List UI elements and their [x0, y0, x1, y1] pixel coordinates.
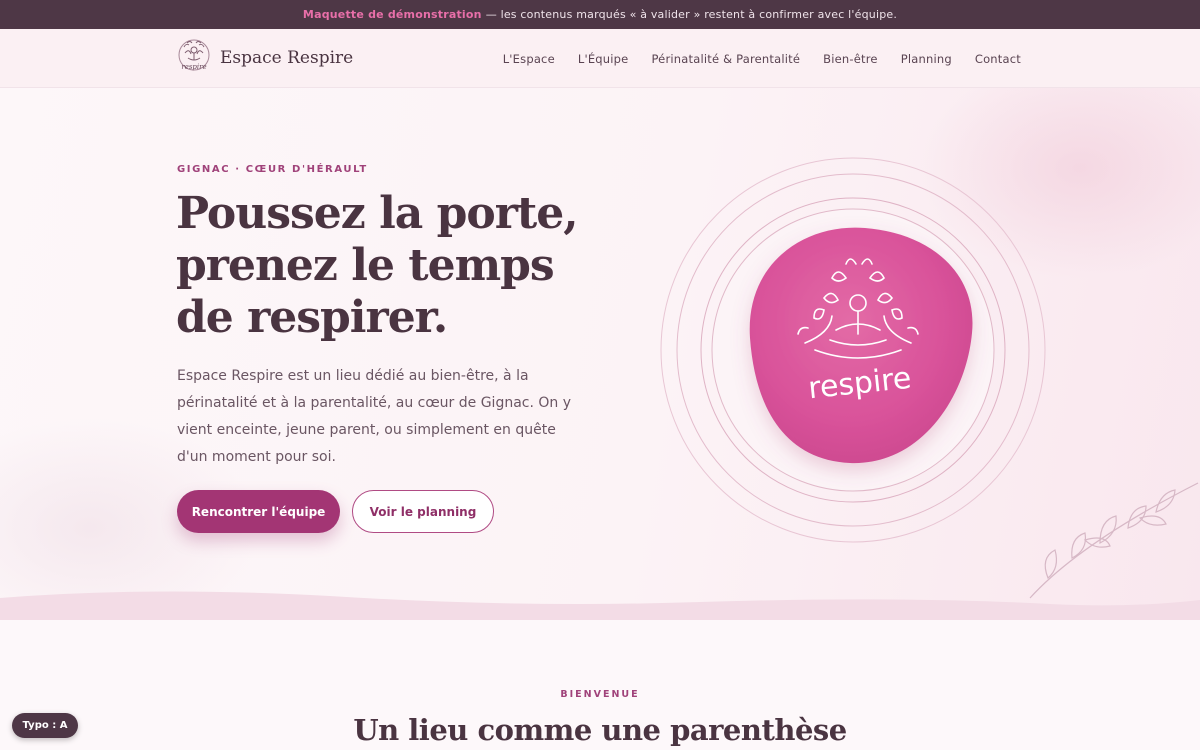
hero-title: Poussez la porte, prenez le temps de res…	[176, 188, 579, 343]
brand-logo-text: respire	[181, 63, 206, 71]
main-nav: L'Espace L'Équipe Périnatalité & Parenta…	[503, 29, 1021, 88]
site-header: respire Espace Respire L'Espace L'Équipe…	[0, 29, 1200, 88]
nav-item-espace[interactable]: L'Espace	[503, 52, 555, 66]
hero-eyebrow: GIGNAC · CŒUR D'HÉRAULT	[177, 164, 368, 175]
demo-banner-text: — les contenus marqués « à valider » res…	[485, 8, 898, 21]
brand-logo-icon: respire	[178, 39, 210, 71]
welcome-section: BIENVENUE Un lieu comme une parenthèse	[0, 620, 1200, 750]
nav-item-contact[interactable]: Contact	[975, 52, 1021, 66]
meet-team-button[interactable]: Rencontrer l'équipe	[177, 490, 340, 533]
branch-decoration-icon	[1029, 482, 1199, 599]
welcome-eyebrow: BIENVENUE	[560, 689, 640, 700]
demo-banner-highlight: Maquette de démonstration	[302, 8, 482, 21]
hero-section: GIGNAC · CŒUR D'HÉRAULT Poussez la porte…	[0, 88, 1200, 620]
hero-wave-divider	[0, 591, 1200, 620]
hero-description: Espace Respire est un lieu dédié au bien…	[177, 368, 572, 465]
brand-link[interactable]: respire Espace Respire	[176, 37, 353, 79]
brand-name: Espace Respire	[220, 48, 354, 68]
view-planning-button[interactable]: Voir le planning	[352, 490, 494, 533]
nav-item-equipe[interactable]: L'Équipe	[578, 52, 629, 66]
hero-illustration: respire	[660, 157, 1199, 599]
demo-banner: Maquette de démonstration — les contenus…	[0, 0, 1200, 29]
nav-item-bien-etre[interactable]: Bien-être	[823, 52, 878, 66]
nav-item-perinatalite[interactable]: Périnatalité & Parentalité	[651, 52, 800, 66]
nav-item-planning[interactable]: Planning	[901, 52, 952, 66]
typo-switch-badge[interactable]: Typo : A	[12, 713, 78, 738]
welcome-title: Un lieu comme une parenthèse	[353, 713, 847, 747]
